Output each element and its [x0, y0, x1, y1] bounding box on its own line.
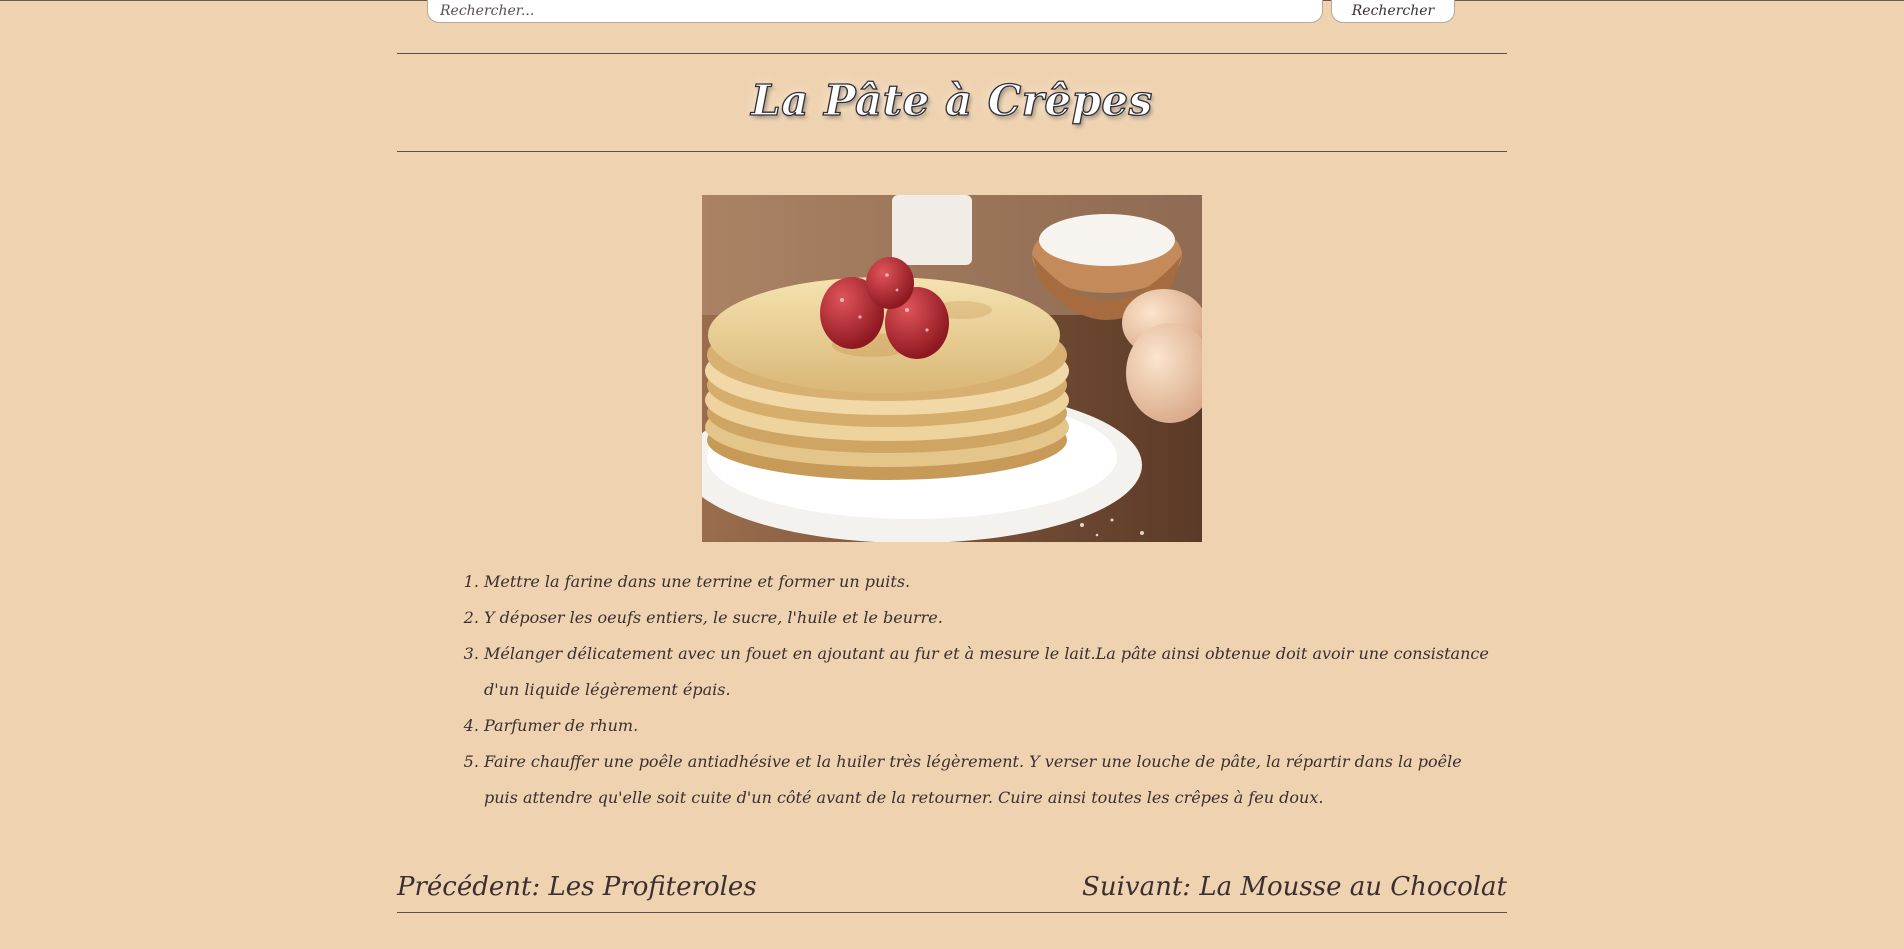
page-title: La Pâte à Crêpes	[751, 75, 1153, 125]
header-top-divider	[397, 53, 1507, 54]
next-recipe-link[interactable]: Suivant: La Mousse au Chocolat	[1082, 865, 1507, 909]
footer-divider	[397, 912, 1507, 913]
recipe-step: Mélanger délicatement avec un fouet en a…	[484, 636, 1495, 708]
crepes-photo	[702, 195, 1202, 542]
header-bottom-divider	[397, 151, 1507, 152]
search-input[interactable]	[427, 0, 1323, 23]
recipe-step: Parfumer de rhum.	[484, 708, 1495, 744]
recipe-steps-list: Mettre la farine dans une terrine et for…	[445, 564, 1495, 816]
search-bar: Rechercher	[427, 0, 1457, 24]
previous-recipe-link[interactable]: Précédent: Les Profiteroles	[397, 865, 757, 909]
recipe-step: Y déposer les oeufs entiers, le sucre, l…	[484, 600, 1495, 636]
recipe-step: Mettre la farine dans une terrine et for…	[484, 564, 1495, 600]
recipe-step: Faire chauffer une poêle antiadhésive et…	[484, 744, 1495, 816]
search-button[interactable]: Rechercher	[1331, 0, 1455, 23]
